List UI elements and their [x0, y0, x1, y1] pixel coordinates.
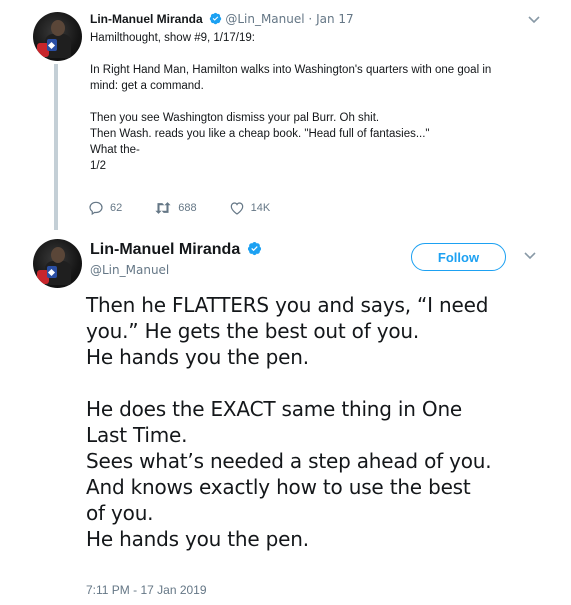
retweet-icon [154, 200, 172, 216]
avatar-face [51, 247, 65, 263]
like-icon [229, 200, 245, 216]
tweet-paragraph: He does the EXACT same thing in One Last… [86, 397, 492, 551]
chevron-down-icon[interactable] [528, 13, 540, 27]
tweet-paragraph: Then he FLATTERS you and says, “I need y… [86, 293, 489, 369]
author-name[interactable]: Lin-Manuel Miranda [90, 12, 203, 26]
reply-count: 62 [110, 202, 123, 214]
retweet-button[interactable]: 688 [154, 200, 197, 216]
tweet-header: Lin-Manuel Miranda @Lin_Manuel [90, 239, 262, 277]
verified-icon [209, 12, 222, 28]
tweet-1[interactable]: Lin-Manuel Miranda @Lin_Manuel · Jan 17 … [0, 0, 571, 230]
tweet-date[interactable]: Jan 17 [316, 12, 354, 26]
avatar[interactable] [33, 239, 82, 288]
tweet-paragraph: Then you see Washington dismiss your pal… [90, 112, 430, 172]
separator: · [308, 12, 313, 26]
retweet-count: 688 [178, 202, 197, 214]
tweet-text: Then he FLATTERS you and says, “I need y… [86, 292, 546, 552]
tweet-paragraph: In Right Hand Man, Hamilton walks into W… [90, 64, 492, 92]
author-handle[interactable]: @Lin_Manuel [90, 263, 262, 277]
chevron-down-icon[interactable] [524, 249, 536, 263]
author-handle[interactable]: @Lin_Manuel [225, 12, 304, 26]
like-button[interactable]: 14K [229, 200, 271, 216]
avatar[interactable] [33, 12, 82, 61]
author-name[interactable]: Lin-Manuel Miranda [90, 241, 240, 258]
avatar-face [51, 20, 65, 36]
follow-button[interactable]: Follow [411, 243, 506, 271]
reply-icon [88, 200, 104, 216]
like-count: 14K [250, 202, 271, 214]
tweet-text: Hamilthought, show #9, 1/17/19: In Right… [90, 30, 540, 174]
thread-line [54, 64, 58, 230]
reply-button[interactable]: 62 [88, 200, 122, 216]
verified-icon [247, 241, 262, 260]
tweet-paragraph: Hamilthought, show #9, 1/17/19: [90, 32, 255, 44]
tweet-header: Lin-Manuel Miranda @Lin_Manuel · Jan 17 [90, 12, 354, 28]
tweet-timestamp[interactable]: 7:11 PM - 17 Jan 2019 [86, 583, 207, 597]
tweet-actions: 62 688 14K [88, 200, 302, 216]
